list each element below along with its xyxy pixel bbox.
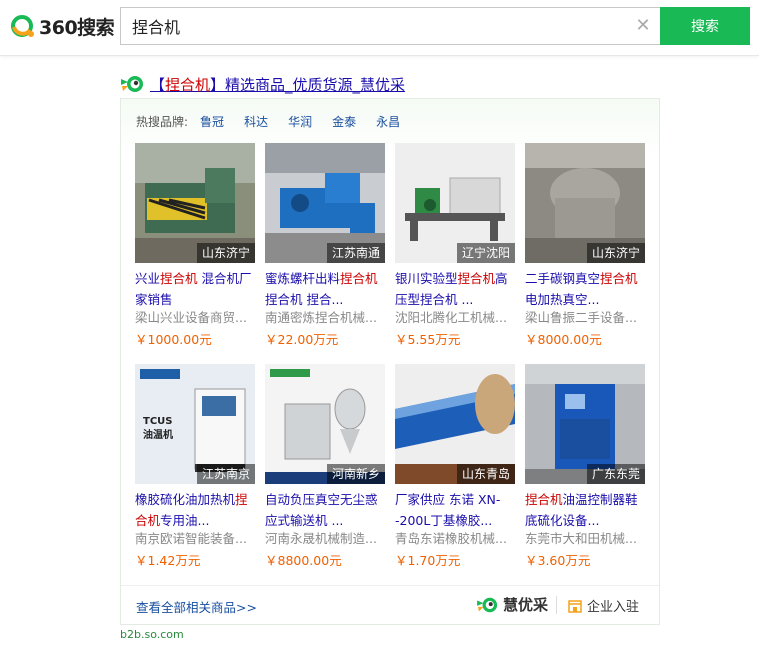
brand-link[interactable]: 科达 bbox=[244, 113, 268, 130]
hot-label: 热搜品牌: bbox=[136, 115, 189, 129]
join-label: 企业入驻 bbox=[587, 600, 640, 615]
location-tag: 山东济宁 bbox=[586, 243, 645, 263]
product-item[interactable]: 江苏南通 蜜炼螺杆出料捏合机捏合机 捏合... 南通密炼捏合机械... ￥22.… bbox=[265, 143, 387, 355]
svg-text:TCUS: TCUS bbox=[143, 416, 172, 427]
name-part: 电加热真空... bbox=[525, 292, 600, 307]
clear-icon[interactable]: ✕ bbox=[634, 17, 652, 35]
location-tag: 河南新乡 bbox=[326, 464, 385, 484]
product-item[interactable]: 山东青岛 厂家供应 东诺 XN--200L丁基橡胶... 青岛东诺橡胶机械...… bbox=[395, 364, 517, 576]
source-url[interactable]: b2b.so.com bbox=[120, 628, 184, 641]
name-part: 兴业 bbox=[135, 271, 161, 286]
hot-brands: 热搜品牌: 鲁冠 科达 华润 金泰 永昌 bbox=[136, 113, 420, 130]
product-name[interactable]: 厂家供应 东诺 XN--200L丁基橡胶... bbox=[395, 489, 513, 531]
product-image[interactable]: 山东青岛 bbox=[395, 364, 515, 484]
view-all-link[interactable]: 查看全部相关商品>> bbox=[136, 597, 257, 616]
name-part: 自动负压真空无尘惑应式输送机 ... bbox=[265, 492, 378, 528]
product-image[interactable]: 江苏南通 bbox=[265, 143, 385, 263]
divider bbox=[121, 585, 659, 586]
top-header: 360搜索 ✕ 搜索 bbox=[0, 0, 759, 56]
brand-link[interactable]: 金泰 bbox=[332, 113, 356, 130]
location-tag: 江苏南通 bbox=[326, 243, 385, 263]
logo[interactable]: 360搜索 bbox=[10, 11, 115, 41]
product-item[interactable]: 广东东莞 捏合机油温控制器鞋底硫化设备... 东莞市大和田机械... ￥3.60… bbox=[525, 364, 647, 576]
search-box: ✕ bbox=[120, 7, 660, 45]
search-button[interactable]: 搜索 bbox=[660, 7, 750, 45]
product-item[interactable]: TCUS 油温机 江苏南京 橡胶硫化油加热机捏合机专用油... 南京欧诺智能装备.… bbox=[135, 364, 257, 576]
logo-icon bbox=[11, 15, 34, 37]
price: ￥1.70万元 bbox=[395, 553, 461, 568]
name-keyword: 捏合机 bbox=[340, 271, 378, 286]
name-part: 捏合机 捏合... bbox=[265, 292, 344, 307]
huiyoucai-logo[interactable]: 慧优采 bbox=[476, 594, 548, 615]
name-part: 蜜炼螺杆出料 bbox=[265, 271, 341, 286]
location-tag: 山东济宁 bbox=[196, 243, 255, 263]
divider bbox=[556, 596, 557, 614]
huiyoucai-icon bbox=[121, 76, 143, 92]
join-link[interactable]: 企业入驻 bbox=[567, 596, 639, 615]
product-name[interactable]: 蜜炼螺杆出料捏合机捏合机 捏合... bbox=[265, 268, 383, 310]
store-icon bbox=[568, 599, 582, 613]
product-image[interactable]: 广东东莞 bbox=[525, 364, 645, 484]
shop-name: 青岛东诺橡胶机械... bbox=[395, 531, 507, 546]
brand-link[interactable]: 鲁冠 bbox=[200, 113, 224, 130]
product-name[interactable]: 橡胶硫化油加热机捏合机专用油... bbox=[135, 489, 253, 531]
product-item[interactable]: 河南新乡 自动负压真空无尘惑应式输送机 ... 河南永晟机械制造... ￥880… bbox=[265, 364, 387, 576]
price: ￥22.00万元 bbox=[265, 332, 339, 347]
shop-name: 沈阳北腾化工机械... bbox=[395, 310, 507, 325]
product-name[interactable]: 自动负压真空无尘惑应式输送机 ... bbox=[265, 489, 383, 531]
price: ￥5.55万元 bbox=[395, 332, 461, 347]
title-keyword: 捏合机 bbox=[165, 75, 211, 94]
price: ￥8000.00元 bbox=[525, 332, 602, 347]
price: ￥1.42万元 bbox=[135, 553, 201, 568]
product-image[interactable]: TCUS 油温机 江苏南京 bbox=[135, 364, 255, 484]
ad-title-link[interactable]: 【捏合机】精选商品_优质货源_慧优采 bbox=[150, 74, 405, 95]
price: ￥8800.00元 bbox=[265, 553, 342, 568]
product-name[interactable]: 捏合机油温控制器鞋底硫化设备... bbox=[525, 489, 643, 531]
product-card: 热搜品牌: 鲁冠 科达 华润 金泰 永昌 山东济宁 兴业捏合机 混合机厂家销售 … bbox=[120, 98, 660, 625]
location-tag: 广东东莞 bbox=[586, 464, 645, 484]
product-item[interactable]: 山东济宁 二手碳钢真空捏合机电加热真空... 梁山鲁振二手设备... ￥8000… bbox=[525, 143, 647, 355]
location-tag: 辽宁沈阳 bbox=[456, 243, 515, 263]
logo-text: 360搜索 bbox=[39, 16, 115, 39]
brand-name: 慧优采 bbox=[503, 596, 549, 614]
shop-name: 南通密炼捏合机械... bbox=[265, 310, 377, 325]
product-name[interactable]: 兴业捏合机 混合机厂家销售 bbox=[135, 268, 253, 310]
location-tag: 山东青岛 bbox=[456, 464, 515, 484]
product-image[interactable]: 山东济宁 bbox=[135, 143, 255, 263]
product-item[interactable]: 山东济宁 兴业捏合机 混合机厂家销售 梁山兴业设备商贸... ￥1000.00元 bbox=[135, 143, 257, 355]
shop-name: 南京欧诺智能装备... bbox=[135, 531, 247, 546]
name-part: 专用油... bbox=[160, 513, 210, 528]
name-keyword: 捏合机 bbox=[457, 271, 496, 286]
ad-title: 【捏合机】精选商品_优质货源_慧优采 bbox=[120, 73, 405, 95]
name-keyword: 捏合机 bbox=[160, 271, 198, 286]
price: ￥3.60万元 bbox=[525, 553, 591, 568]
brand-link[interactable]: 华润 bbox=[288, 113, 312, 130]
name-keyword: 捏合机 bbox=[600, 271, 638, 286]
location-tag: 江苏南京 bbox=[196, 464, 255, 484]
title-rest: 】精选商品_优质货源_慧优采 bbox=[210, 75, 406, 94]
product-name[interactable]: 银川实验型捏合机高压型捏合机 ... bbox=[395, 268, 513, 310]
brand-link[interactable]: 永昌 bbox=[376, 113, 400, 130]
price: ￥1000.00元 bbox=[135, 332, 212, 347]
name-part: 二手碳钢真空 bbox=[525, 271, 601, 286]
shop-name: 东莞市大和田机械... bbox=[525, 531, 637, 546]
product-item[interactable]: 辽宁沈阳 银川实验型捏合机高压型捏合机 ... 沈阳北腾化工机械... ￥5.5… bbox=[395, 143, 517, 355]
product-image[interactable]: 山东济宁 bbox=[525, 143, 645, 263]
shop-name: 梁山兴业设备商贸... bbox=[135, 310, 247, 325]
name-part: 厂家供应 东诺 XN--200L丁基橡胶... bbox=[395, 492, 501, 528]
shop-name: 河南永晟机械制造... bbox=[265, 531, 377, 546]
title-prefix: 【 bbox=[150, 75, 166, 94]
huiyoucai-icon bbox=[477, 597, 498, 612]
product-image[interactable]: 河南新乡 bbox=[265, 364, 385, 484]
product-image[interactable]: 辽宁沈阳 bbox=[395, 143, 515, 263]
name-keyword: 捏合机 bbox=[525, 492, 563, 507]
name-part: 橡胶硫化油加热机 bbox=[135, 492, 236, 507]
shop-name: 梁山鲁振二手设备... bbox=[525, 310, 637, 325]
search-input[interactable] bbox=[121, 8, 621, 44]
svg-text:油温机: 油温机 bbox=[143, 428, 173, 441]
product-name[interactable]: 二手碳钢真空捏合机电加热真空... bbox=[525, 268, 643, 310]
name-part: 银川实验型 bbox=[395, 271, 458, 286]
